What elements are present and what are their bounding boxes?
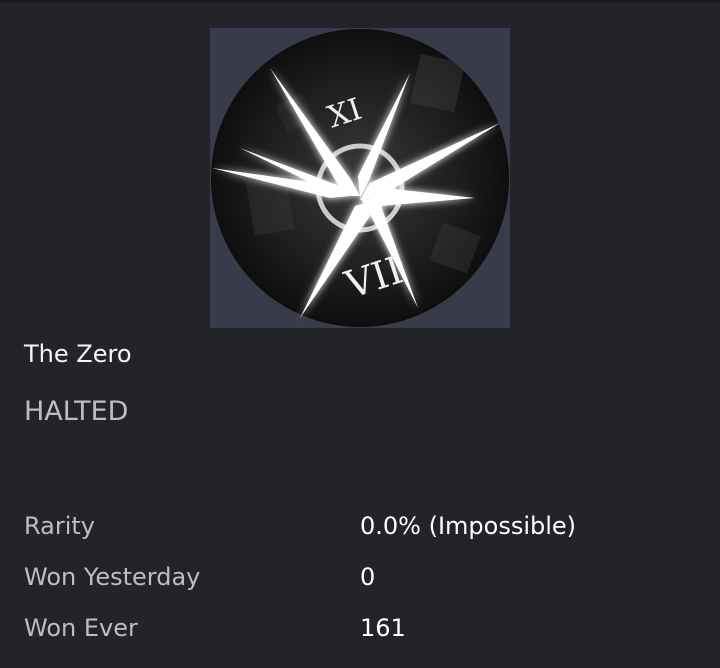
- badge-title: The Zero: [24, 340, 132, 368]
- clock-cross-emblem-icon: XI VII: [211, 29, 509, 327]
- top-divider: [0, 0, 720, 3]
- game-name[interactable]: HALTED: [24, 396, 128, 427]
- badge-image: XI VII: [210, 28, 510, 328]
- won-yesterday-label: Won Yesterday: [24, 563, 201, 591]
- won-ever-label: Won Ever: [24, 614, 138, 642]
- rarity-label: Rarity: [24, 512, 96, 540]
- won-yesterday-value: 0: [360, 563, 376, 591]
- won-ever-value: 161: [360, 614, 406, 642]
- rarity-value: 0.0% (Impossible): [360, 512, 577, 540]
